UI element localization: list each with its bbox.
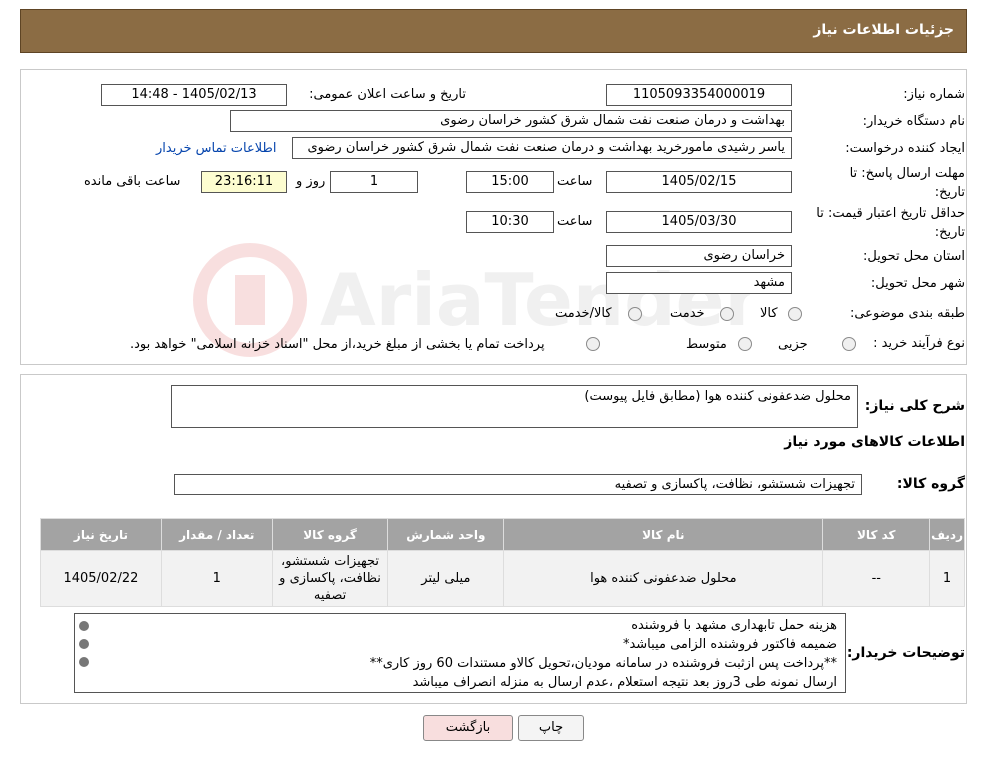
creator-label: ایجاد کننده درخواست: [845, 141, 965, 156]
deadline-date-field: 1405/02/15 [606, 171, 792, 193]
col-unit: واحد شمارش [387, 518, 505, 551]
process-radio-minor[interactable] [842, 337, 856, 351]
col-group: گروه کالا [271, 518, 389, 551]
creator-field: یاسر رشیدی مامورخرید بهداشت و درمان صنعت… [292, 137, 792, 159]
city-label: شهر محل تحویل: [870, 276, 965, 291]
process-radio-medium[interactable] [738, 337, 752, 351]
buyer-org-label: نام دستگاه خریدار: [862, 114, 965, 129]
buyer-notes-label: توضیحات خریدار: [846, 645, 965, 661]
note-line: ارسال نمونه طی 3روز بعد نتیجه استعلام ،ع… [412, 675, 837, 690]
scroll-up-icon [79, 621, 89, 631]
remaining-time-field: 23:16:11 [201, 171, 287, 193]
back-button[interactable]: بازگشت [423, 715, 513, 741]
cell-unit: میلی لیتر [387, 550, 505, 607]
province-field: خراسان رضوی [606, 245, 792, 267]
city-field: مشهد [606, 272, 792, 294]
process-note: پرداخت تمام یا بخشی از مبلغ خرید،از محل … [130, 337, 545, 352]
category-label: طبقه بندی موضوعی: [849, 306, 965, 321]
cell-name: محلول ضدعفونی کننده هوا [503, 550, 824, 607]
page-title: جزئیات اطلاعات نیاز [813, 22, 954, 38]
cell-need-date: 1405/02/22 [40, 550, 162, 607]
category-option-service: خدمت [670, 306, 705, 321]
validity-time-label: ساعت [557, 214, 593, 229]
validity-label: حداقل تاریخ اعتبار قیمت: تا [816, 206, 965, 221]
need-number-label: شماره نیاز: [903, 87, 965, 102]
category-option-goods-service: کالا/خدمت [555, 306, 612, 321]
col-name: نام کالا [503, 518, 824, 551]
announce-label: تاریخ و ساعت اعلان عمومی: [309, 87, 466, 102]
process-radio-treasury[interactable] [586, 337, 600, 351]
days-label: روز و [296, 174, 326, 189]
days-count-field: 1 [330, 171, 418, 193]
col-quantity: تعداد / مقدار [160, 518, 273, 551]
description-label: شرح کلی نیاز: [864, 398, 965, 414]
category-option-goods: کالا [760, 306, 778, 321]
cell-quantity: 1 [160, 550, 273, 607]
cell-code: -- [822, 550, 931, 607]
buyer-notes-field[interactable]: هزینه حمل تابهداری مشهد با فروشنده ضمیمه… [74, 613, 846, 693]
goods-table: ردیف کد کالا نام کالا واحد شمارش گروه کا… [40, 518, 965, 607]
process-option-medium: متوسط [686, 337, 727, 352]
category-radio-service[interactable] [720, 307, 734, 321]
need-number-field: 1105093354000019 [606, 84, 792, 106]
note-line: **پرداخت پس ازثبت فروشنده در سامانه مودی… [369, 656, 837, 671]
col-need-date: تاریخ نیاز [40, 518, 162, 551]
scroll-thumb-icon [79, 639, 89, 649]
validity-time-field: 10:30 [466, 211, 554, 233]
process-type-label: نوع فرآیند خرید : [873, 336, 965, 351]
goods-group-label: گروه کالا: [896, 476, 965, 492]
announce-date-field: 1405/02/13 - 14:48 [101, 84, 287, 106]
validity-label-date: تاریخ: [934, 225, 965, 240]
scroll-down-icon [79, 657, 89, 667]
cell-group: تجهیزات شستشو، نظافت، پاکسازی و تصفیه [271, 550, 389, 607]
category-radio-goods-service[interactable] [628, 307, 642, 321]
process-option-minor: جزیی [778, 337, 808, 352]
col-row: ردیف [929, 518, 965, 551]
goods-info-title: اطلاعات کالاهای مورد نیاز [784, 434, 965, 450]
deadline-label-date: تاریخ: [934, 185, 965, 200]
note-line: هزینه حمل تابهداری مشهد با فروشنده [631, 618, 837, 633]
print-button[interactable]: چاپ [518, 715, 584, 741]
note-line: ضمیمه فاکتور فروشنده الزامی میباشد* [622, 637, 837, 652]
deadline-label: مهلت ارسال پاسخ: تا [849, 166, 965, 181]
col-code: کد کالا [822, 518, 931, 551]
buyer-org-field: بهداشت و درمان صنعت نفت شمال شرق کشور خر… [230, 110, 792, 132]
deadline-time-field: 15:00 [466, 171, 554, 193]
goods-table-header: ردیف کد کالا نام کالا واحد شمارش گروه کا… [40, 518, 965, 551]
page-header: جزئیات اطلاعات نیاز [20, 9, 967, 53]
remaining-label: ساعت باقی مانده [84, 174, 181, 189]
buyer-contact-link[interactable]: اطلاعات تماس خریدار [156, 141, 276, 156]
deadline-time-label: ساعت [557, 174, 593, 189]
goods-group-field: تجهیزات شستشو، نظافت، پاکسازی و تصفیه [174, 474, 862, 495]
notes-scrollbar[interactable] [76, 616, 92, 690]
description-field[interactable]: محلول ضدعفونی کننده هوا (مطابق فایل پیوس… [171, 385, 858, 428]
category-radio-goods[interactable] [788, 307, 802, 321]
validity-date-field: 1405/03/30 [606, 211, 792, 233]
table-row: 1 -- محلول ضدعفونی کننده هوا میلی لیتر ت… [40, 550, 965, 607]
province-label: استان محل تحویل: [863, 249, 965, 264]
cell-row: 1 [929, 550, 965, 607]
